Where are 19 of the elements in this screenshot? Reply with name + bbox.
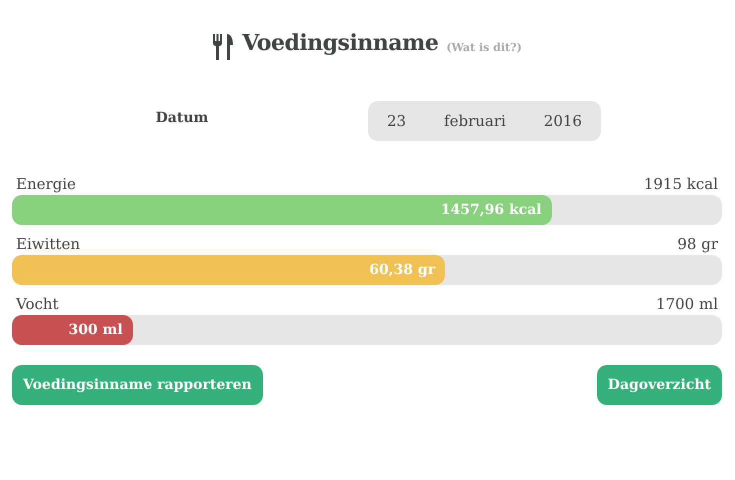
month-value: februari <box>444 110 506 132</box>
progress-fill: 60,38 gr <box>12 255 446 285</box>
nutrient-label: Eiwitten <box>16 234 80 254</box>
help-link[interactable]: (Wat is dit?) <box>446 40 522 56</box>
target-value: 1700 ml <box>656 294 718 314</box>
fork-knife-icon <box>212 34 234 60</box>
nutrient-label: Energie <box>16 174 76 194</box>
progress-fill: 300 ml <box>12 315 133 345</box>
action-button[interactable]: Dagoverzicht <box>596 365 722 405</box>
day-value: 23 <box>386 110 406 132</box>
year-value: 2016 <box>544 110 582 132</box>
date-label: Datum <box>156 110 208 126</box>
target-value: 1915 kcal <box>644 174 718 194</box>
target-value: 98 gr <box>677 234 718 254</box>
date-picker[interactable]: 23 februari 2016 <box>368 101 601 141</box>
page-title: Voedingsinname <box>242 29 438 58</box>
action-button[interactable]: Voedingsinname rapporteren <box>12 365 263 405</box>
nutrient-label: Vocht <box>16 294 59 314</box>
progress-fill: 1457,96 kcal <box>12 195 552 225</box>
